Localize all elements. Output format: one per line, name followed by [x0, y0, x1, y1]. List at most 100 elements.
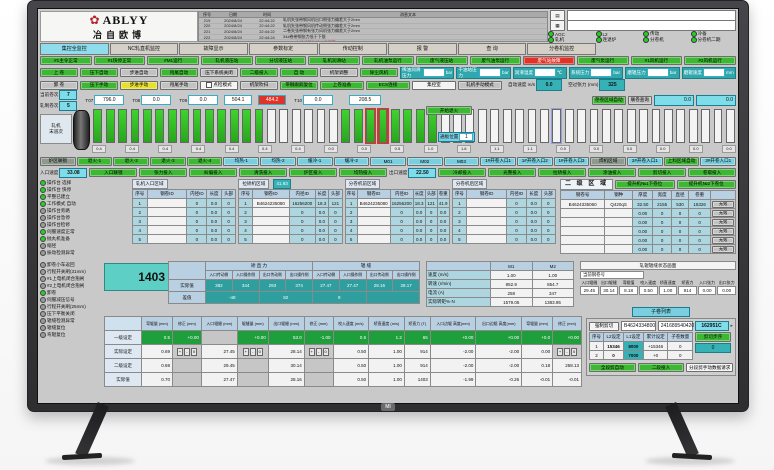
stepper-button[interactable]: 0 [257, 348, 263, 356]
stepper-button[interactable]: 0 [191, 348, 197, 356]
mode-button[interactable]: 甩尾自动 [160, 68, 198, 77]
plant-status-button[interactable]: 废气液压站 [416, 56, 468, 65]
plant-status-button[interactable]: 废气站故障 [523, 56, 575, 65]
zone-button[interactable]: 焊机区域 [590, 157, 626, 166]
tab-查 询[interactable]: 查 询 [458, 43, 527, 55]
plant-status-button[interactable]: #2风机运行 [684, 56, 736, 65]
plant-status-button[interactable]: #1主令正常 [40, 56, 92, 65]
mode-button[interactable]: 机架调整 [320, 68, 358, 77]
zone-button[interactable]: 退火-3 [150, 157, 186, 166]
mode-button[interactable]: 卸 卷 [40, 81, 78, 90]
zone-button[interactable]: 1#开卷入口2 [517, 157, 553, 166]
subcoil-action-button[interactable]: 分段剪手动数据请求 [686, 363, 733, 372]
zone-button[interactable]: M02 [407, 157, 443, 166]
mode-button[interactable]: 甩尾手动 [160, 81, 198, 90]
zone-button[interactable]: 退火-4 [187, 157, 223, 166]
invalidate-button[interactable]: 无效 [712, 237, 734, 244]
plant-status-button[interactable]: #1快停正常 [94, 56, 146, 65]
tab-集控全监控[interactable]: 集控全监控 [40, 43, 109, 55]
tab-NC轧直机监控[interactable]: NC轧直机监控 [110, 43, 179, 55]
tab-传动控制[interactable]: 传动控制 [319, 43, 388, 55]
invalidate-button[interactable]: 无效 [712, 201, 734, 208]
subcoil-tab[interactable]: 子卷列表 [632, 307, 690, 317]
section-enable-button[interactable]: 张力投入 [139, 168, 187, 177]
mode-button[interactable]: 二级投入 [240, 68, 278, 77]
mode-button[interactable]: 自 动 [280, 68, 318, 77]
stepper-button[interactable]: + [557, 348, 563, 356]
area-auto-button[interactable]: 存卷区域自动 [592, 96, 626, 105]
invalidate-button[interactable]: 无效 [712, 219, 734, 226]
plant-status-button[interactable]: 分切液压站 [255, 56, 307, 65]
plant-status-button[interactable]: #1风机运行 [631, 56, 683, 65]
zone-button[interactable]: 退火-1 [77, 157, 113, 166]
plant-status-button[interactable]: 废气油泵运行 [470, 56, 522, 65]
tension-value[interactable]: 0.0 [188, 95, 218, 105]
mode-button[interactable]: 带钢跟踪复位 [280, 81, 318, 90]
zone-button[interactable]: 缓冷-2 [334, 157, 370, 166]
plant-status-button[interactable]: 废气泵运行 [577, 56, 629, 65]
zone-button[interactable]: 1#开卷入口3 [554, 157, 590, 166]
area-auto-button[interactable]: 联卷查询 [628, 96, 652, 105]
mode-button[interactable]: 点检模式 [200, 81, 238, 90]
tab-分卷机监控[interactable]: 分卷机监控 [527, 43, 596, 55]
record-query-input[interactable] [567, 20, 736, 31]
section-enable-button[interactable]: 炉区投入 [289, 168, 337, 177]
stepper-button[interactable]: - [564, 348, 570, 356]
folder-icon[interactable]: ▦ [550, 20, 565, 31]
zone-button[interactable]: 均热-1 [223, 157, 259, 166]
zone-button[interactable]: 2#开卷入口1 [627, 157, 663, 166]
tension-value[interactable]: 0.0 [141, 95, 171, 105]
mode-button[interactable]: 机架吹扫 [240, 81, 278, 90]
invalidate-button[interactable]: 无效 [712, 210, 734, 217]
stepper-button[interactable]: 0 [571, 348, 577, 356]
start-anneal-button[interactable]: 开始退火 [426, 106, 472, 115]
tension-value[interactable]: 0.0 [303, 95, 333, 105]
zone-button[interactable]: 均热-2 [260, 157, 296, 166]
stepper-button[interactable]: + [309, 348, 315, 356]
coil-panel-title[interactable]: 轧辊辊缝状态画面 [580, 261, 736, 270]
section-enable-button[interactable]: 纠偏投入 [189, 168, 237, 177]
subcoil-action-button[interactable]: 二段投入 [638, 363, 685, 372]
section-enable-button[interactable]: 冷却投入 [438, 168, 486, 177]
mode-button[interactable]: 除尘风机 [360, 68, 398, 77]
lifter-button[interactable]: 提升机№2下卷位 [677, 180, 737, 189]
plant-status-button[interactable]: 轧机液压站 [201, 56, 253, 65]
invalidate-button[interactable]: 无效 [712, 246, 734, 253]
tension-value[interactable]: 796.0 [94, 95, 124, 105]
stepper-button[interactable]: + [177, 348, 183, 356]
zone-button[interactable]: M03 [444, 157, 480, 166]
line-control-button[interactable]: 上卷准备 [320, 81, 364, 90]
section-enable-button[interactable]: 入口联锁 [89, 168, 137, 177]
stepper-button[interactable]: - [250, 348, 256, 356]
section-enable-button[interactable]: 卷取投入 [688, 168, 736, 177]
line-control-button[interactable]: ECS连接 [366, 81, 410, 90]
line-control-button[interactable]: 集控室 [412, 81, 456, 90]
section-enable-button[interactable]: 拉矫投入 [538, 168, 586, 177]
zone-button[interactable]: 上料区域自动 [664, 157, 700, 166]
zone-button[interactable]: 退火-2 [113, 157, 149, 166]
zone-button[interactable]: 1#开卷入口1 [480, 157, 516, 166]
section-enable-button[interactable]: 清洗投入 [239, 168, 287, 177]
force-cut-button[interactable]: 强制剪切 [589, 322, 619, 331]
mode-button[interactable]: 上 卷 [40, 68, 78, 77]
section-enable-button[interactable]: 涂油投入 [588, 168, 636, 177]
mode-button[interactable]: 压下手动 [80, 81, 118, 90]
zone-button[interactable]: M01 [370, 157, 406, 166]
auto-speed-value[interactable]: 0.0 [536, 79, 562, 91]
stepper-button[interactable]: 0 [323, 348, 329, 356]
stepper-button[interactable]: + [243, 348, 249, 356]
zone-button[interactable]: 炉区联锁 [40, 157, 76, 166]
stepper-button[interactable]: - [184, 348, 190, 356]
zone-button[interactable]: 3#开卷入口1 [700, 157, 736, 166]
scroll-arrow-icon[interactable]: ▸ [731, 323, 734, 329]
plant-status-button[interactable]: #M1运行 [147, 56, 199, 65]
section-enable-button[interactable]: 剪切投入 [638, 168, 686, 177]
zone-button[interactable]: 缓冷-1 [297, 157, 333, 166]
mode-button[interactable]: 步进手动 [120, 81, 158, 90]
subcoil-action-button[interactable]: 全段剪自动 [589, 363, 636, 372]
plant-status-button[interactable]: 轧机油泵运行 [362, 56, 414, 65]
line-control-button[interactable]: 轧机手动模式 [458, 81, 502, 90]
tab-故障显示[interactable]: 故障显示 [179, 43, 248, 55]
mode-button[interactable]: 步进自动 [120, 68, 158, 77]
tab-报 警[interactable]: 报 警 [388, 43, 457, 55]
